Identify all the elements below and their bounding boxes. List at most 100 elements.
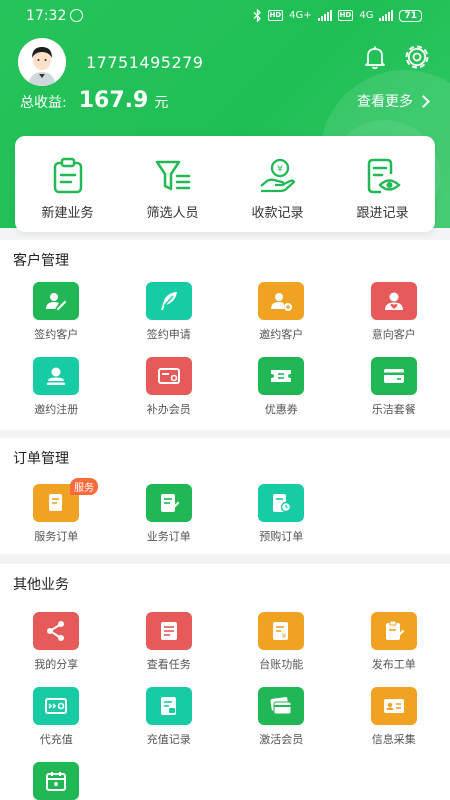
section-title: 其他业务	[13, 577, 69, 593]
my-shares-item[interactable]: 我的分享	[0, 612, 113, 679]
quick-action-filter-people[interactable]: 筛选人员	[120, 136, 225, 232]
signal-icon	[379, 10, 394, 21]
service-badge: 服务	[70, 478, 98, 495]
register-icon	[33, 357, 80, 395]
payment-icon: ¥	[259, 158, 295, 193]
signal-icon	[317, 10, 332, 21]
currency-unit: 元	[154, 95, 169, 111]
coupon-icon	[258, 357, 305, 395]
svg-text:¥: ¥	[277, 165, 283, 175]
item-label: 补办会员	[146, 403, 191, 416]
quick-action-new-business[interactable]: 新建业务	[15, 136, 120, 232]
item-label: 预购订单	[259, 530, 304, 543]
section-title: 客户管理	[13, 253, 69, 269]
ledger-icon: ¥	[258, 612, 305, 650]
publish-order-icon	[370, 612, 417, 650]
calendar-item[interactable]	[0, 762, 113, 800]
lejie-package-item[interactable]: 乐洁套餐	[338, 357, 450, 424]
alarm-icon	[70, 9, 83, 22]
id-card-icon	[370, 687, 417, 725]
system-icons: HD 4G+ HD 4G 71	[253, 9, 422, 22]
feather-icon	[145, 282, 192, 320]
customer-grid: 签约客户 签约申请 邀约客户 意向客户 邀约注册 补办会员 优惠券 乐洁套餐	[0, 282, 450, 424]
quick-action-label: 收款记录	[251, 206, 304, 221]
order-grid: 服务 服务订单 业务订单 预购订单	[0, 478, 450, 551]
total-earnings: 总收益: 167.9 元	[20, 88, 168, 113]
gear-icon[interactable]	[402, 42, 432, 72]
view-more-label: 查看更多	[357, 94, 413, 110]
avatar-icon	[18, 38, 66, 86]
signed-customers-item[interactable]: 签约客户	[0, 282, 113, 349]
item-label: 意向客户	[371, 328, 416, 341]
customer-management-section: 客户管理 签约客户 签约申请 邀约客户 意向客户 邀约注册 补办会员 优惠券 乐…	[0, 240, 450, 430]
item-label: 签约客户	[34, 328, 79, 341]
svg-text:¥: ¥	[282, 632, 287, 640]
item-label: 邀约客户	[259, 328, 304, 341]
business-orders-item[interactable]: 业务订单	[113, 484, 226, 551]
prospective-customers-item[interactable]: 意向客户	[338, 282, 450, 349]
task-list-icon	[145, 612, 192, 650]
other-business-section: 其他业务 我的分享 查看任务 ¥ 台账功能 发布工单 代充值 充值记录 激活会员…	[0, 564, 450, 800]
filter-icon	[155, 160, 190, 191]
avatar[interactable]	[18, 38, 66, 86]
quick-action-label: 新建业务	[41, 206, 94, 221]
section-title: 订单管理	[13, 451, 69, 467]
info-collection-item[interactable]: 信息采集	[338, 687, 450, 754]
invite-registration-item[interactable]: 邀约注册	[0, 357, 113, 424]
member-card-icon	[145, 357, 192, 395]
service-orders-item[interactable]: 服务 服务订单	[0, 478, 113, 551]
battery-icon: 71	[399, 9, 422, 22]
share-icon	[33, 612, 80, 650]
item-label: 查看任务	[146, 658, 191, 671]
ledger-item[interactable]: ¥ 台账功能	[225, 612, 338, 679]
item-label: 代充值	[39, 733, 73, 746]
publish-work-order-item[interactable]: 发布工单	[338, 612, 450, 679]
profile[interactable]: 17751495279	[18, 38, 203, 86]
total-earnings-amount: 167.9	[78, 88, 149, 113]
network-label: 4G	[359, 10, 374, 21]
quick-action-label: 筛选人员	[146, 206, 199, 221]
recharge-record-icon	[145, 687, 192, 725]
item-label: 激活会员	[259, 733, 304, 746]
recharge-records-item[interactable]: 充值记录	[113, 687, 226, 754]
item-label: 签约申请	[146, 328, 191, 341]
invited-customers-item[interactable]: 邀约客户	[225, 282, 338, 349]
item-label: 信息采集	[371, 733, 416, 746]
item-label: 乐洁套餐	[371, 403, 416, 416]
document-eye-icon	[367, 158, 401, 194]
view-more-link[interactable]: 查看更多	[357, 91, 430, 111]
item-label: 发布工单	[371, 658, 416, 671]
view-tasks-item[interactable]: 查看任务	[113, 612, 226, 679]
proxy-recharge-item[interactable]: 代充值	[0, 687, 113, 754]
heart-user-icon	[370, 282, 417, 320]
clipboard-icon	[53, 157, 82, 194]
invite-user-icon	[258, 282, 305, 320]
item-label: 优惠券	[264, 403, 298, 416]
preorder-orders-item[interactable]: 预购订单	[225, 484, 338, 551]
item-label: 台账功能	[259, 658, 304, 671]
item-label: 服务订单	[34, 530, 79, 543]
quick-action-follow-records[interactable]: 跟进记录	[330, 136, 435, 232]
sign-user-icon	[33, 282, 80, 320]
coupons-item[interactable]: 优惠券	[225, 357, 338, 424]
reissue-membership-item[interactable]: 补办会员	[113, 357, 226, 424]
calendar-icon	[33, 762, 80, 800]
item-label: 充值记录	[146, 733, 191, 746]
preorder-icon	[258, 484, 305, 522]
bell-icon[interactable]	[362, 44, 388, 70]
signing-application-item[interactable]: 签约申请	[113, 282, 226, 349]
user-phone: 17751495279	[86, 52, 204, 72]
item-label: 邀约注册	[34, 403, 79, 416]
hd-icon: HD	[267, 10, 284, 21]
activate-card-icon	[258, 687, 305, 725]
quick-action-payment-records[interactable]: ¥ 收款记录	[225, 136, 330, 232]
status-time: 17:32	[26, 8, 67, 24]
quick-actions-card: 新建业务 筛选人员 ¥ 收款记录 跟进记录	[15, 136, 435, 232]
order-management-section: 订单管理 服务 服务订单 业务订单 预购订单	[0, 438, 450, 554]
chevron-right-icon	[417, 94, 430, 108]
hd-icon: HD	[337, 10, 354, 21]
item-label: 我的分享	[34, 658, 79, 671]
other-grid: 我的分享 查看任务 ¥ 台账功能 发布工单 代充值 充值记录 激活会员 信息采集	[0, 612, 450, 800]
activate-membership-item[interactable]: 激活会员	[225, 687, 338, 754]
item-label: 业务订单	[146, 530, 191, 543]
